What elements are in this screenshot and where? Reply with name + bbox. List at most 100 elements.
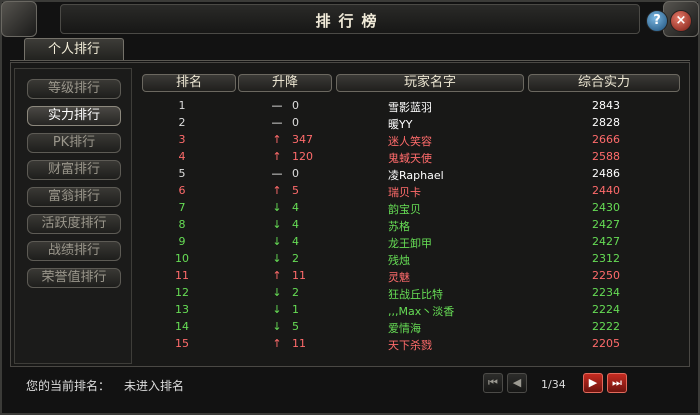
- sidebar-item-pk-ranking[interactable]: PK排行: [27, 133, 121, 153]
- power-cell: 2588: [592, 150, 620, 163]
- player-name-cell: 迷人笑容: [388, 135, 432, 148]
- rank-cell: 8: [178, 218, 186, 231]
- table-row[interactable]: 6 ↑ 5 瑞贝卡 2440: [142, 182, 682, 199]
- change-cell: 120: [292, 150, 313, 163]
- table-row[interactable]: 5 — 0 凌Raphael 2486: [142, 165, 682, 182]
- sidebar-item-rich-ranking[interactable]: 富翁排行: [27, 187, 121, 207]
- page-indicator: 1/34: [541, 378, 566, 391]
- table-row[interactable]: 3 ↑ 347 迷人笑容 2666: [142, 131, 682, 148]
- rank-cell: 3: [178, 133, 186, 146]
- power-cell: 2666: [592, 133, 620, 146]
- change-cell: 4: [292, 201, 299, 214]
- trend-same-icon: —: [271, 167, 283, 180]
- change-cell: 2: [292, 286, 299, 299]
- rank-cell: 4: [178, 150, 186, 163]
- player-name-cell: 瑞贝卡: [388, 186, 421, 199]
- player-name-cell: 狂战丘比特: [388, 288, 443, 301]
- power-cell: 2430: [592, 201, 620, 214]
- player-name-cell: 韵宝贝: [388, 203, 421, 216]
- trend-down-icon: ↓: [272, 201, 282, 214]
- rank-cell: 5: [178, 167, 186, 180]
- rank-cell: 12: [175, 286, 189, 299]
- change-cell: 11: [292, 269, 306, 282]
- change-cell: 4: [292, 218, 299, 231]
- change-cell: 2: [292, 252, 299, 265]
- player-name-cell: 残烛: [388, 254, 410, 267]
- trend-up-icon: ↑: [272, 150, 282, 163]
- trend-down-icon: ↓: [272, 252, 282, 265]
- power-cell: 2828: [592, 116, 620, 129]
- trend-up-icon: ↑: [272, 133, 282, 146]
- sidebar-item-honor-ranking[interactable]: 荣誉值排行: [27, 268, 121, 288]
- table-row[interactable]: 14 ↓ 5 爱情海 2222: [142, 318, 682, 335]
- column-header-change[interactable]: 升降: [238, 74, 332, 92]
- help-icon[interactable]: ?: [646, 10, 668, 32]
- change-cell: 347: [292, 133, 313, 146]
- change-cell: 11: [292, 337, 306, 350]
- rank-cell: 11: [175, 269, 189, 282]
- change-cell: 1: [292, 303, 299, 316]
- player-name-cell: ,,,Max丶淡香: [388, 305, 455, 318]
- change-cell: 5: [292, 184, 299, 197]
- change-cell: 5: [292, 320, 299, 333]
- column-header-rank[interactable]: 排名: [142, 74, 236, 92]
- rank-cell: 13: [175, 303, 189, 316]
- table-row[interactable]: 1 — 0 雪影蓝羽 2843: [142, 97, 682, 114]
- column-header-player[interactable]: 玩家名字: [336, 74, 524, 92]
- trend-same-icon: —: [271, 116, 283, 129]
- first-page-icon[interactable]: ⏮: [483, 373, 503, 393]
- tab-personal-ranking[interactable]: 个人排行: [24, 38, 124, 60]
- table-row[interactable]: 11 ↑ 11 灵魅 2250: [142, 267, 682, 284]
- sidebar-item-activity-ranking[interactable]: 活跃度排行: [27, 214, 121, 234]
- power-cell: 2224: [592, 303, 620, 316]
- next-page-icon[interactable]: ▶: [583, 373, 603, 393]
- rank-cell: 2: [178, 116, 186, 129]
- table-row[interactable]: 12 ↓ 2 狂战丘比特 2234: [142, 284, 682, 301]
- rank-cell: 7: [178, 201, 186, 214]
- table-row[interactable]: 9 ↓ 4 龙王卸甲 2427: [142, 233, 682, 250]
- change-cell: 0: [292, 167, 299, 180]
- power-cell: 2843: [592, 99, 620, 112]
- trend-up-icon: ↑: [272, 337, 282, 350]
- player-name-cell: 凌Raphael: [388, 169, 444, 182]
- trend-down-icon: ↓: [272, 320, 282, 333]
- column-header-power[interactable]: 综合实力: [528, 74, 680, 92]
- trend-up-icon: ↑: [272, 184, 282, 197]
- table-row[interactable]: 15 ↑ 11 天下杀戮 2205: [142, 335, 682, 352]
- trend-same-icon: —: [271, 99, 283, 112]
- sidebar-item-level-ranking[interactable]: 等级排行: [27, 79, 121, 99]
- sidebar-item-wealth-ranking[interactable]: 财富排行: [27, 160, 121, 180]
- player-name-cell: 雪影蓝羽: [388, 101, 432, 114]
- table-row[interactable]: 2 — 0 暖YY 2828: [142, 114, 682, 131]
- power-cell: 2234: [592, 286, 620, 299]
- player-name-cell: 暖YY: [388, 118, 413, 131]
- change-cell: 0: [292, 99, 299, 112]
- sidebar-item-record-ranking[interactable]: 战绩排行: [27, 241, 121, 261]
- table-row[interactable]: 13 ↓ 1 ,,,Max丶淡香 2224: [142, 301, 682, 318]
- player-name-cell: 爱情海: [388, 322, 421, 335]
- player-name-cell: 天下杀戮: [388, 339, 432, 352]
- rank-cell: 15: [175, 337, 189, 350]
- rank-cell: 9: [178, 235, 186, 248]
- rank-cell: 6: [178, 184, 186, 197]
- change-cell: 0: [292, 116, 299, 129]
- player-name-cell: 灵魅: [388, 271, 410, 284]
- table-row[interactable]: 4 ↑ 120 鬼蜮天使 2588: [142, 148, 682, 165]
- rank-cell: 14: [175, 320, 189, 333]
- player-name-cell: 鬼蜮天使: [388, 152, 432, 165]
- table-row[interactable]: 10 ↓ 2 残烛 2312: [142, 250, 682, 267]
- table-row[interactable]: 8 ↓ 4 苏格 2427: [142, 216, 682, 233]
- close-icon[interactable]: ×: [670, 10, 692, 32]
- title-bar[interactable]: 排行榜: [60, 4, 640, 34]
- last-page-icon[interactable]: ⏭: [607, 373, 627, 393]
- trend-down-icon: ↓: [272, 286, 282, 299]
- sidebar-item-power-ranking[interactable]: 实力排行: [27, 106, 121, 126]
- current-rank-label: 您的当前排名：: [26, 379, 111, 393]
- prev-page-icon[interactable]: ◀: [507, 373, 527, 393]
- trend-down-icon: ↓: [272, 303, 282, 316]
- window-title: 排行榜: [315, 12, 385, 30]
- power-cell: 2250: [592, 269, 620, 282]
- table-row[interactable]: 7 ↓ 4 韵宝贝 2430: [142, 199, 682, 216]
- power-cell: 2486: [592, 167, 620, 180]
- rank-cell: 1: [178, 99, 186, 112]
